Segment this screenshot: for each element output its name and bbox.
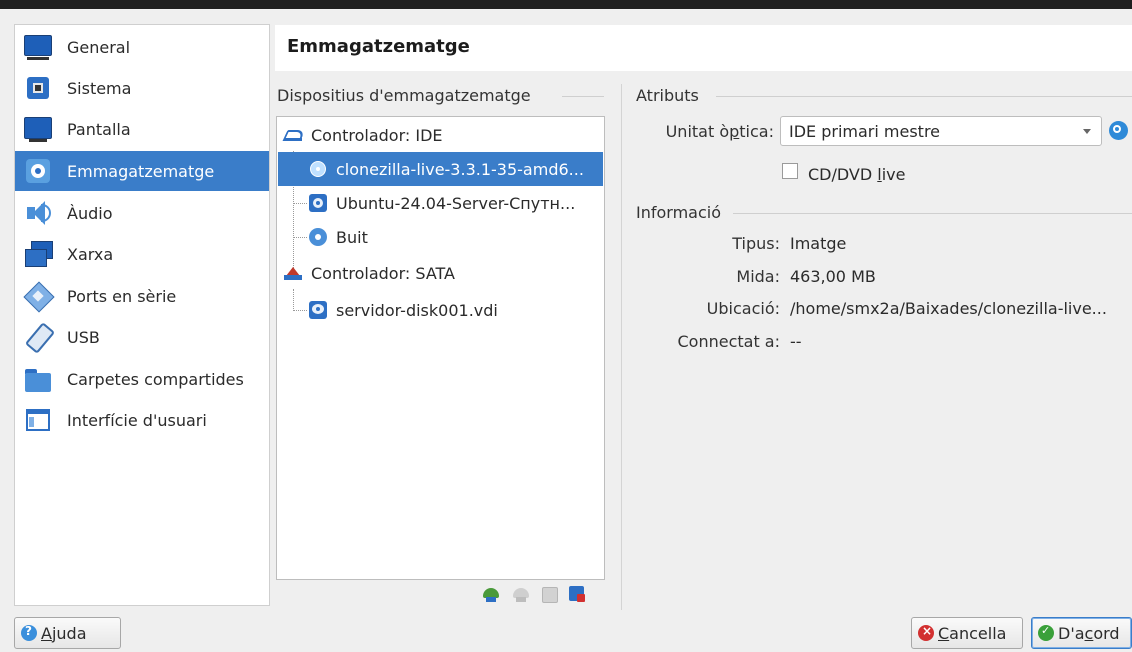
tree-item-label: Controlador: SATA xyxy=(311,263,455,283)
folder-icon xyxy=(23,364,53,394)
disk-icon xyxy=(23,156,53,186)
sidebar-item-general[interactable]: General xyxy=(15,27,269,67)
sidebar-item-label: Emmagatzematge xyxy=(67,161,215,181)
serial-port-icon xyxy=(23,281,55,313)
storage-devices-heading: Dispositius d'emmagatzematge xyxy=(277,86,531,105)
info-size-value: 463,00 MB xyxy=(790,267,876,286)
tree-item-ide-controller[interactable]: Controlador: IDE xyxy=(277,118,608,152)
speaker-icon xyxy=(23,198,53,228)
group-divider xyxy=(716,96,1132,97)
optical-disc-icon xyxy=(308,159,328,179)
tree-item-buit[interactable]: Buit xyxy=(277,220,602,254)
optical-drive-value: IDE primari mestre xyxy=(789,122,941,141)
attributes-heading: Atributs xyxy=(636,86,699,105)
window-icon xyxy=(23,405,53,435)
help-button[interactable]: ? Ajuda xyxy=(14,617,121,649)
cancel-icon: × xyxy=(918,624,934,641)
sidebar-item-label: Àudio xyxy=(67,203,113,223)
sidebar-item-label: Xarxa xyxy=(67,244,114,264)
sidebar-item-label: USB xyxy=(67,327,100,347)
tree-item-label: Ubuntu-24.04-Server-Спутн... xyxy=(336,193,576,213)
tree-item-label: clonezilla-live-3.3.1-35-amd6... xyxy=(336,159,584,179)
help-icon: ? xyxy=(21,624,37,641)
controller-icon xyxy=(282,125,306,145)
controller-icon xyxy=(283,263,303,283)
optical-drive-select[interactable]: IDE primari mestre xyxy=(780,116,1102,146)
sidebar-item-pantalla[interactable]: Pantalla xyxy=(15,109,269,149)
remove-attachment-button[interactable] xyxy=(568,585,586,603)
tree-item-label: servidor-disk001.vdi xyxy=(336,300,498,320)
sidebar-item-usb[interactable]: USB xyxy=(15,317,269,357)
info-attached-label: Connectat a: xyxy=(677,332,780,351)
ok-button-label: D'acord xyxy=(1058,623,1120,643)
info-type-label: Tipus: xyxy=(732,234,780,253)
sidebar-item-sistema[interactable]: Sistema xyxy=(15,68,269,108)
tree-item-label: Controlador: IDE xyxy=(311,125,443,145)
cancel-button[interactable]: × Cancella xyxy=(911,617,1023,649)
info-location-value: /home/smx2a/Baixades/clonezilla-live... xyxy=(790,299,1107,318)
ok-icon: ✓ xyxy=(1038,624,1054,641)
information-heading: Informació xyxy=(636,203,721,222)
remove-controller-button[interactable] xyxy=(512,585,530,603)
ok-button[interactable]: ✓ D'acord xyxy=(1031,617,1132,649)
sidebar-item-emmagatzematge[interactable]: Emmagatzematge xyxy=(15,151,269,191)
sidebar-item-carpetes[interactable]: Carpetes compartides xyxy=(15,359,269,399)
live-cd-checkbox[interactable] xyxy=(782,163,798,179)
page-header: Emmagatzematge xyxy=(275,25,1132,71)
add-attachment-button[interactable] xyxy=(540,585,558,603)
sidebar-item-interficie[interactable]: Interfície d'usuari xyxy=(15,400,269,440)
network-icon xyxy=(23,239,53,269)
sidebar-item-label: Sistema xyxy=(67,78,132,98)
hard-disk-icon xyxy=(308,300,328,320)
info-size-label: Mida: xyxy=(736,267,780,286)
usb-icon xyxy=(23,322,56,354)
info-attached-value: -- xyxy=(790,332,802,351)
tree-item-label: Buit xyxy=(336,227,368,247)
add-controller-button[interactable] xyxy=(482,585,500,603)
settings-sidebar: General Sistema Pantalla Emmagatzematge … xyxy=(14,24,270,606)
monitor-icon xyxy=(23,32,53,62)
window-top-border xyxy=(0,0,1132,9)
panel-separator xyxy=(621,84,622,610)
sidebar-item-ports-serie[interactable]: Ports en sèrie xyxy=(15,276,269,316)
sidebar-item-label: General xyxy=(67,37,131,57)
sidebar-item-label: Carpetes compartides xyxy=(67,369,244,389)
cancel-button-label: Cancella xyxy=(938,623,1007,643)
group-divider xyxy=(733,213,1132,214)
storage-tree[interactable]: Controlador: IDE clonezilla-live-3.3.1-3… xyxy=(276,116,605,580)
group-divider xyxy=(562,96,604,97)
sidebar-item-audio[interactable]: Àudio xyxy=(15,193,269,233)
info-location-label: Ubicació: xyxy=(706,299,780,318)
tree-item-vdi[interactable]: servidor-disk001.vdi xyxy=(277,293,602,327)
live-cd-label: CD/DVD live xyxy=(808,165,906,184)
optical-disc-icon xyxy=(308,227,328,247)
sidebar-item-label: Pantalla xyxy=(67,119,131,139)
sidebar-item-xarxa[interactable]: Xarxa xyxy=(15,234,269,274)
help-button-label: Ajuda xyxy=(41,623,87,643)
sidebar-item-label: Interfície d'usuari xyxy=(67,410,207,430)
sidebar-item-label: Ports en sèrie xyxy=(67,286,177,306)
page-title: Emmagatzematge xyxy=(287,36,470,57)
tree-item-ubuntu[interactable]: Ubuntu-24.04-Server-Спутн... xyxy=(277,186,602,220)
choose-disk-icon[interactable] xyxy=(1109,121,1128,140)
optical-drive-label: Unitat òptica: xyxy=(665,122,774,141)
chip-icon xyxy=(23,73,53,103)
optical-image-icon xyxy=(308,193,328,213)
tree-item-clonezilla[interactable]: clonezilla-live-3.3.1-35-amd6... xyxy=(278,152,603,186)
chevron-down-icon xyxy=(1083,129,1091,134)
tree-item-sata-controller[interactable]: Controlador: SATA xyxy=(277,256,608,290)
info-type-value: Imatge xyxy=(790,234,847,253)
display-icon xyxy=(23,114,53,144)
